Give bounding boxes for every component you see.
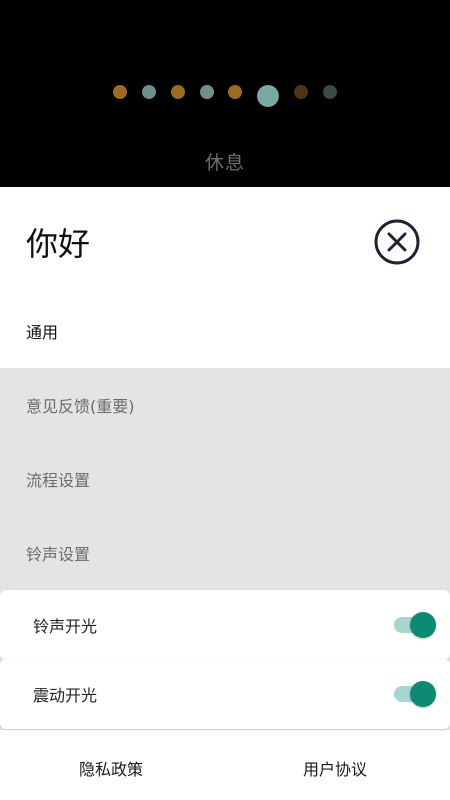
privacy-policy-link[interactable]: 隐私政策 <box>79 756 143 780</box>
greeting-title: 你好 <box>26 225 91 263</box>
toggle-label: 震动开光 <box>33 686 98 705</box>
menu-item-feedback[interactable]: 意见反馈(重要) <box>0 368 450 442</box>
ringtone-switch[interactable] <box>394 612 436 638</box>
close-button[interactable] <box>372 217 422 267</box>
step-dot-7 <box>294 85 308 99</box>
menu-item-label: 铃声设置 <box>26 545 91 564</box>
step-dot-1 <box>113 85 127 99</box>
switch-thumb <box>410 612 436 638</box>
ringtone-toggle-row: 铃声开光 <box>0 590 450 660</box>
step-dot-8 <box>323 85 337 99</box>
close-circle-icon <box>374 219 420 265</box>
toggle-label: 铃声开光 <box>33 617 98 636</box>
step-dot-4 <box>200 85 214 99</box>
menu-item-ringtone-settings[interactable]: 铃声设置 <box>0 516 450 590</box>
step-dot-current <box>257 85 279 107</box>
step-dot-3 <box>171 85 185 99</box>
menu-item-label: 意见反馈(重要) <box>26 397 135 416</box>
step-dot-5 <box>228 85 242 99</box>
vibration-switch[interactable] <box>394 681 436 707</box>
menu-item-label: 通用 <box>26 323 59 342</box>
menu-item-label: 流程设置 <box>26 471 91 490</box>
settings-sheet: 你好 通用 意见反馈(重要) 流程设置 铃声设置 铃声开光 震动开光 <box>0 187 450 800</box>
switch-thumb <box>410 681 436 707</box>
user-agreement-link[interactable]: 用户协议 <box>303 756 367 780</box>
status-label: 休息 <box>204 152 245 174</box>
menu-item-general[interactable]: 通用 <box>0 294 450 368</box>
top-panel: 休息 <box>0 0 450 187</box>
menu-item-flow-settings[interactable]: 流程设置 <box>0 442 450 516</box>
vibration-toggle-row: 震动开光 <box>0 659 450 729</box>
step-dot-2 <box>142 85 156 99</box>
